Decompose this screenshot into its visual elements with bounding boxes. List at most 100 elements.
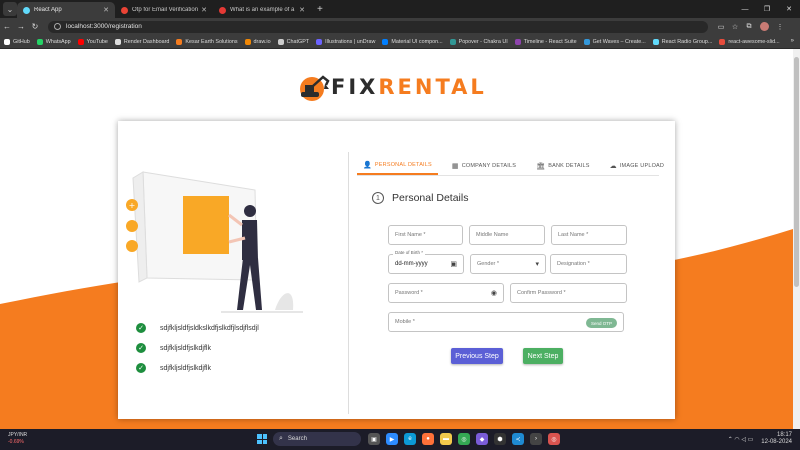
tab-otp-email[interactable]: Otp for Email Verification in Fl ✕ bbox=[115, 2, 213, 18]
last-name-field[interactable]: Last Name * bbox=[551, 225, 627, 245]
bookmark-item[interactable]: Render Dashboard bbox=[114, 38, 169, 45]
tab-close-icon[interactable]: ✕ bbox=[201, 6, 207, 14]
mobile-field[interactable]: Mobile * Send OTP bbox=[388, 312, 624, 332]
vscode-app-icon[interactable]: ≺ bbox=[512, 433, 524, 445]
clock-time: 18:17 bbox=[776, 432, 792, 438]
bookmark-item[interactable]: draw.io bbox=[244, 38, 271, 45]
password-field[interactable]: Password * ◉ bbox=[388, 283, 504, 303]
bank-icon: 🏛 bbox=[536, 162, 546, 170]
zoom-app-icon[interactable]: ▶ bbox=[386, 433, 398, 445]
new-tab-button[interactable]: + bbox=[317, 4, 323, 15]
bookmarks-bar: GitHub WhatsApp YouTube Render Dashboard Kes… bbox=[0, 35, 800, 49]
close-window-icon[interactable]: ✕ bbox=[778, 5, 800, 13]
send-otp-button[interactable]: Send OTP bbox=[585, 318, 617, 328]
bookmark-favicon-icon bbox=[583, 38, 590, 45]
bookmark-item[interactable]: GitHub bbox=[4, 38, 30, 45]
firefox-app-icon[interactable]: ● bbox=[422, 433, 434, 445]
tab-company-details[interactable]: ▦ COMPANY DETAILS bbox=[446, 156, 522, 175]
tab-image-upload[interactable]: ☁ IMAGE UPLOAD bbox=[604, 156, 670, 175]
next-step-button[interactable]: Next Step bbox=[523, 348, 563, 364]
system-tray: ⌃ ◠ ◁ ▭ 18:17 12-08-2024 bbox=[728, 432, 792, 446]
bookmark-item[interactable]: YouTube bbox=[77, 38, 108, 45]
bookmark-item[interactable]: Illustrations | unDraw bbox=[316, 38, 375, 45]
menu-kebab-icon[interactable]: ⋮ bbox=[773, 23, 787, 31]
card-divider bbox=[348, 152, 349, 414]
clock-date: 12-08-2024 bbox=[761, 439, 792, 445]
chrome-app-icon[interactable]: ◎ bbox=[458, 433, 470, 445]
tab-title: What is an example of a real lif bbox=[230, 7, 296, 13]
bookmark-item[interactable]: Material UI compon... bbox=[382, 38, 443, 45]
checklist-label: sdjfkljsldfjslkdjflk bbox=[160, 364, 211, 372]
bookmark-favicon-icon bbox=[244, 38, 251, 45]
reload-icon[interactable]: ↻ bbox=[28, 22, 42, 31]
tab-personal-details[interactable]: 👤 PERSONAL DETAILS bbox=[357, 156, 438, 175]
url-input[interactable]: localhost:3000/registration bbox=[48, 20, 708, 33]
previous-step-button[interactable]: Previous Step bbox=[451, 348, 503, 364]
date-of-birth-field[interactable]: Date of Birth * dd-mm-yyyy ▣ bbox=[388, 250, 464, 274]
bookmark-label: Popover - Chakra UI bbox=[458, 38, 508, 45]
file-explorer-icon[interactable]: ▬ bbox=[440, 433, 452, 445]
gender-select[interactable]: Gender * ▾ bbox=[470, 254, 546, 274]
page-scrollbar[interactable] bbox=[793, 49, 800, 429]
bookmark-item[interactable]: Get Waves – Create... bbox=[583, 38, 646, 45]
tab-bar: ⌄ React App ✕ Otp for Email Verification… bbox=[0, 0, 800, 18]
volume-icon[interactable]: ◁ bbox=[741, 436, 746, 443]
site-info-icon[interactable] bbox=[54, 23, 61, 30]
toolbar-icons: ▭ ☆ ⧉ ⋮ bbox=[714, 22, 787, 31]
network-icon[interactable]: ◠ bbox=[734, 436, 739, 443]
bookmark-item[interactable]: Popover - Chakra UI bbox=[449, 38, 508, 45]
tab-bank-details[interactable]: 🏛 BANK DETAILS bbox=[530, 156, 596, 175]
eye-visibility-icon[interactable]: ◉ bbox=[491, 289, 497, 297]
profile-avatar[interactable] bbox=[760, 22, 769, 31]
terminal-app-icon[interactable]: › bbox=[530, 433, 542, 445]
stock-ticker-widget[interactable]: JPY/INR -0.69% bbox=[8, 432, 27, 446]
minimize-icon[interactable]: — bbox=[734, 6, 756, 13]
bookmark-item[interactable]: WhatsApp bbox=[36, 38, 71, 45]
react-favicon-icon bbox=[23, 6, 30, 14]
bookmark-favicon-icon bbox=[449, 38, 456, 45]
extensions-icon[interactable]: ⧉ bbox=[742, 23, 756, 31]
scrollbar-thumb[interactable] bbox=[794, 57, 799, 287]
clock[interactable]: 18:17 12-08-2024 bbox=[761, 432, 792, 446]
logo-text: FIXRENTAL bbox=[331, 75, 487, 99]
bookmark-item[interactable]: Timeline - React Suite bbox=[514, 38, 577, 45]
first-name-field[interactable]: First Name * bbox=[388, 225, 463, 245]
tray-chevron-icon[interactable]: ⌃ bbox=[728, 436, 733, 443]
node-app-icon[interactable]: ⬢ bbox=[494, 433, 506, 445]
address-bar: ← → ↻ localhost:3000/registration ▭ ☆ ⧉ … bbox=[0, 18, 800, 35]
bookmark-item[interactable]: React Radio Group... bbox=[652, 38, 712, 45]
bookmark-item[interactable]: react-awesome-slid... bbox=[719, 38, 780, 45]
bookmark-favicon-icon bbox=[316, 38, 323, 45]
cast-icon[interactable]: ▭ bbox=[714, 23, 728, 31]
tab-search-button[interactable]: ⌄ bbox=[3, 2, 17, 16]
tab-example[interactable]: What is an example of a real lif ✕ bbox=[213, 2, 311, 18]
taskbar-apps: ▣ ▶ e ● ▬ ◎ ◆ ⬢ ≺ › ◎ bbox=[368, 433, 566, 445]
cloud-upload-icon: ☁ bbox=[609, 162, 617, 170]
bookmark-item[interactable]: ChatGPT bbox=[277, 38, 309, 45]
middle-name-field[interactable]: Middle Name bbox=[469, 225, 545, 245]
bookmark-favicon-icon bbox=[382, 38, 389, 45]
calendar-icon[interactable]: ▣ bbox=[450, 260, 457, 268]
edge-app-icon[interactable]: e bbox=[404, 433, 416, 445]
github-desktop-icon[interactable]: ◆ bbox=[476, 433, 488, 445]
confirm-password-field[interactable]: Confirm Password * bbox=[510, 283, 627, 303]
maximize-icon[interactable]: ❐ bbox=[756, 5, 778, 13]
forward-icon[interactable]: → bbox=[14, 22, 28, 31]
excavator-icon bbox=[300, 75, 330, 101]
bookmark-favicon-icon bbox=[114, 38, 121, 45]
chrome-active-app-icon[interactable]: ◎ bbox=[548, 433, 560, 445]
task-view-icon[interactable]: ▣ bbox=[368, 433, 380, 445]
windows-start-icon[interactable] bbox=[257, 434, 267, 444]
check-circle-icon: ✓ bbox=[136, 343, 146, 353]
bookmark-item[interactable]: Kesar Earth Solutions bbox=[176, 38, 238, 45]
more-bookmarks-icon[interactable]: » bbox=[791, 38, 794, 44]
back-icon[interactable]: ← bbox=[0, 22, 14, 31]
battery-icon[interactable]: ▭ bbox=[748, 436, 754, 443]
tab-close-icon[interactable]: ✕ bbox=[103, 6, 109, 14]
step-label: PERSONAL DETAILS bbox=[374, 161, 432, 168]
tab-react-app[interactable]: React App ✕ bbox=[17, 2, 115, 18]
designation-field[interactable]: Designation * bbox=[550, 254, 627, 274]
bookmark-star-icon[interactable]: ☆ bbox=[728, 23, 742, 31]
taskbar-search[interactable]: ⌕ Search bbox=[273, 432, 361, 446]
tab-close-icon[interactable]: ✕ bbox=[299, 6, 305, 14]
